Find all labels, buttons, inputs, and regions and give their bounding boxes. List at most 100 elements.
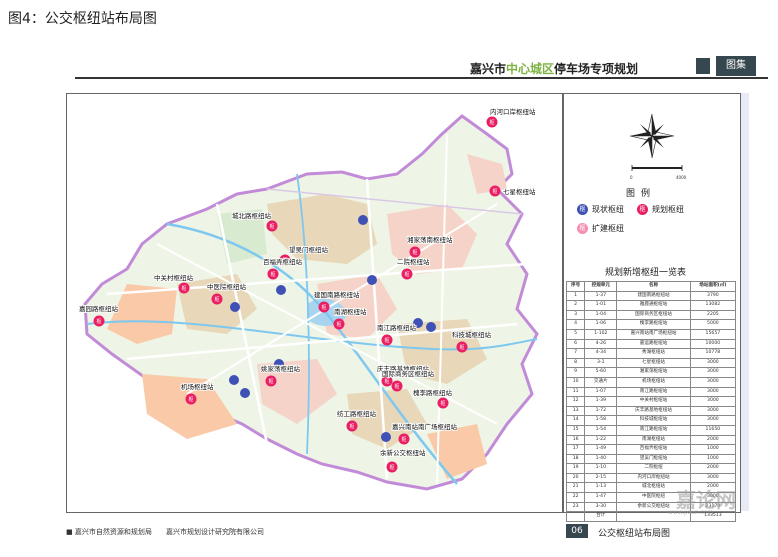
table-cell: 1-04 (584, 309, 618, 321)
hub-glyph: 枢 (412, 249, 417, 256)
table-cell: 3000 (689, 367, 737, 378)
table-cell: 11 (565, 386, 586, 398)
compass-rose: 0 4000 (629, 113, 687, 180)
table-cell: 1-49 (584, 444, 618, 455)
table-header-cell: 序号 (565, 281, 586, 292)
table-cell: 3000 (689, 472, 737, 484)
station-label: 中关村枢纽站 (154, 273, 194, 282)
existing-hub-icon[interactable] (276, 285, 286, 295)
hub-glyph: 枢 (349, 423, 354, 430)
station-label: 七星枢纽站 (503, 187, 536, 196)
table-cell: 23 (565, 501, 586, 513)
station-label: 姚家荡枢纽站 (261, 364, 301, 373)
table-cell: 6 (565, 338, 586, 350)
table-cell: 8 (565, 357, 586, 369)
table-row: 5 1-102 嘉兴南站南广场枢纽站 15657 (565, 328, 737, 340)
table-row: 7 4-34 秀湖枢纽站 10778 (565, 348, 737, 359)
existing-hub-icon[interactable] (229, 375, 239, 385)
table-cell: 1-72 (584, 405, 618, 417)
hub-glyph: 枢 (394, 383, 399, 390)
table-cell: 10 (565, 376, 586, 388)
hub-station-marker[interactable]: 枢七星枢纽站 (489, 185, 537, 197)
table-cell (565, 511, 586, 522)
station-label: 城北路枢纽站 (232, 211, 272, 220)
table-cell: 1-06 (584, 319, 618, 330)
existing-hub-icon[interactable] (230, 302, 240, 312)
table-cell: 百福弄枢纽站 (616, 444, 691, 455)
scale-end: 4000 (676, 175, 687, 180)
table-cell: 5-60 (584, 367, 618, 378)
existing-hub-icon[interactable] (240, 388, 250, 398)
table-cell: 7 (565, 348, 586, 359)
hub-glyph: 枢 (404, 271, 409, 278)
table-cell: 21 (565, 482, 586, 494)
table-cell: 1-37 (584, 290, 618, 302)
table-cell: 槐李路枢纽站 (616, 319, 691, 330)
legend-label-expanded: 扩建枢纽 (592, 224, 624, 233)
table-cell: 2000 (689, 434, 737, 446)
table-row: 6 4-26 嘉运路枢纽站 10000 (565, 338, 737, 350)
table-cell: 1-54 (584, 424, 618, 436)
legend-item-expanded: 枢 扩建枢纽 (577, 223, 624, 234)
table-cell: 1-58 (584, 415, 618, 426)
table-row: 16 1-22 南湖枢纽站 2000 (565, 434, 737, 446)
station-label: 纺工路枢纽站 (337, 409, 377, 418)
existing-hub-icon[interactable] (381, 432, 391, 442)
station-label: 望吴门枢纽站 (289, 245, 329, 254)
legend-label-planned: 规划枢纽 (652, 205, 684, 214)
station-label: 槐李路枢纽站 (413, 388, 453, 397)
existing-hub-icon[interactable] (426, 322, 436, 332)
table-cell: 2 (565, 300, 586, 311)
table-cell: 3000 (689, 376, 737, 388)
table-cell: 嘉兴南站南广场枢纽站 (616, 328, 691, 340)
legend-title: 图例 (626, 189, 657, 199)
table-cell: 1-22 (584, 434, 618, 446)
table-row: 20 2-15 内河口岸枢纽站 3000 (565, 472, 737, 484)
table-cell: 3000 (689, 405, 737, 417)
table-header-cell: 控规单元 (584, 281, 618, 292)
table-cell: 9 (565, 367, 586, 378)
legend-label-existing: 现状枢纽 (592, 205, 624, 214)
table-cell: 16 (565, 434, 586, 446)
table-row: 12 1-39 中关村枢纽站 3000 (565, 396, 737, 407)
table-cell: 1 (565, 290, 586, 302)
station-label: 南江路枢纽站 (377, 323, 417, 332)
hub-glyph: 枢 (269, 223, 274, 230)
table-row: 15 1-54 南江路枢纽站 11650 (565, 424, 737, 436)
city-map[interactable]: 枢内河口岸枢纽站枢 七星枢纽站枢城北路枢纽站枢湘家荡南枢纽站枢望吴门枢纽站枢百福弄… (67, 94, 562, 512)
table-cell: 11650 (689, 424, 737, 436)
station-label: 二院枢纽站 (397, 257, 430, 266)
table-cell: 20 (565, 472, 586, 484)
table-cell: 1-10 (584, 463, 618, 474)
table-cell: 1000 (689, 444, 737, 455)
atlas-tab[interactable]: 图集 (716, 56, 756, 76)
table-cell: 合计 (584, 511, 618, 522)
station-label: 百福弄枢纽站 (263, 257, 303, 266)
table-cell: 南江路枢纽站 (616, 386, 691, 398)
table-row: 4 1-06 槐李路枢纽站 5000 (565, 319, 737, 330)
page-title: 公交枢纽站布局图 (598, 529, 671, 539)
table-cell: 19 (565, 463, 586, 474)
title-highlight: 中心城区 (506, 62, 555, 76)
hub-glyph: 枢 (384, 337, 389, 344)
table-cell: 1-39 (584, 396, 618, 407)
header-block (696, 58, 710, 74)
existing-hub-icon[interactable] (358, 215, 368, 225)
table-cell: 嘉运路枢纽站 (616, 338, 691, 350)
planned-hub-icon: 枢 (637, 204, 648, 215)
table-cell: 14 (565, 415, 586, 426)
map-frame[interactable]: 枢内河口岸枢纽站枢七星枢纽站枢城北路枢纽站枢湘家荡南枢纽站枢望吴门枢纽站枢百福弄… (66, 93, 563, 513)
hub-glyph: 枢 (459, 344, 464, 351)
hub-glyph: 枢 (401, 436, 406, 443)
table-row: 11 1-07 南江路枢纽站 3000 (565, 386, 737, 398)
existing-hub-icon: 枢 (577, 204, 588, 215)
existing-hub-icon[interactable] (367, 275, 377, 285)
legend-item-planned: 枢 规划枢纽 (637, 204, 684, 215)
panel-edge (741, 93, 749, 511)
table-cell: 4-26 (584, 338, 618, 350)
table-cell: 10778 (689, 348, 737, 359)
station-label: 湘家荡南枢纽站 (407, 235, 453, 244)
table-cell: 中关村枢纽站 (616, 396, 691, 407)
table-cell: 3000 (689, 386, 737, 398)
table-cell: 建国南路枢纽站 (616, 290, 691, 302)
